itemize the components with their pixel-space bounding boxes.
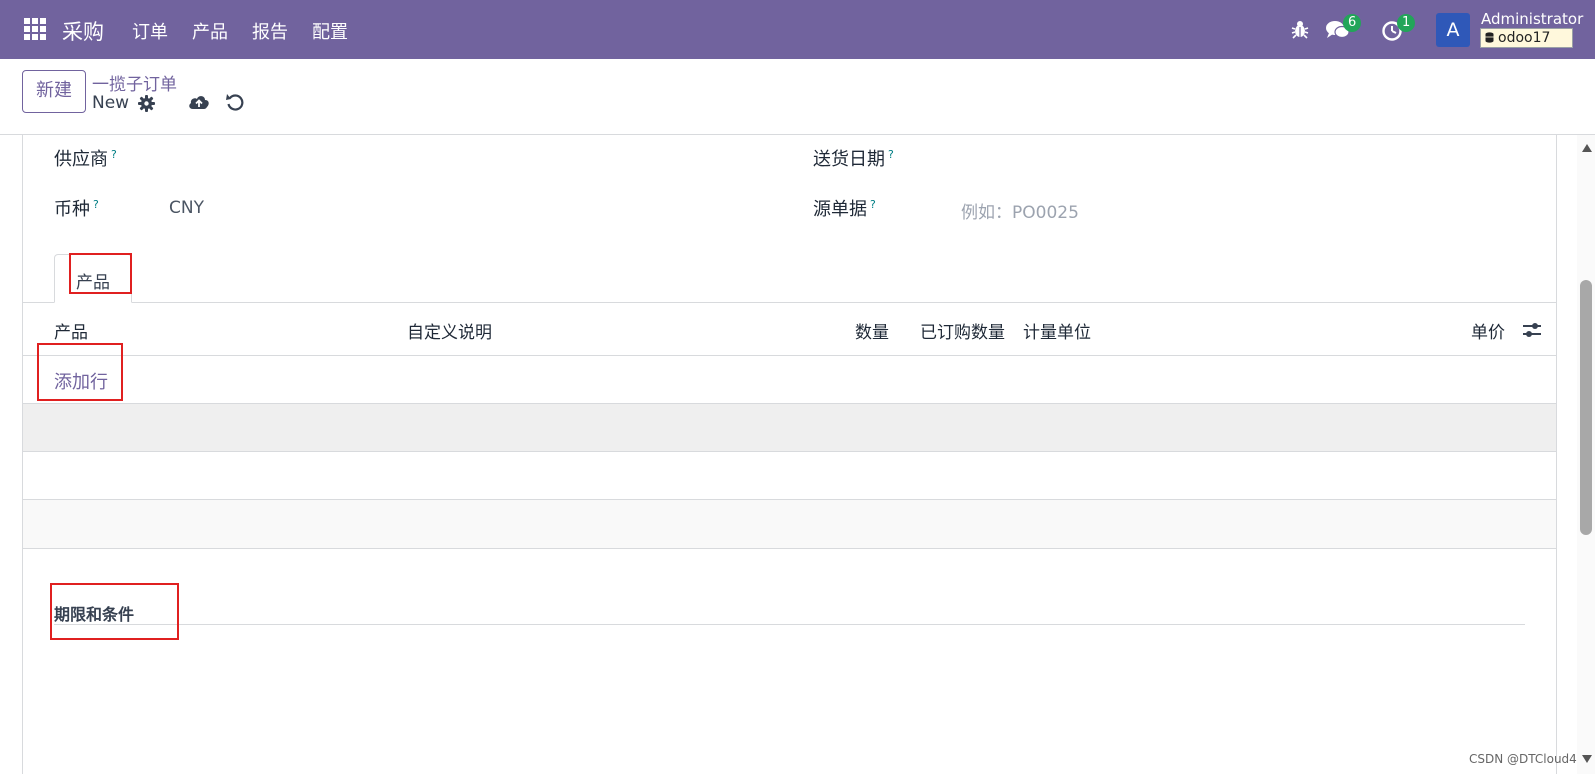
- table-header-divider: [22, 355, 1557, 356]
- debug-bug-icon[interactable]: [1290, 18, 1310, 40]
- apps-menu-icon[interactable]: [24, 18, 46, 40]
- table-row[interactable]: [23, 452, 1556, 500]
- annotation-highlight-tab: [69, 253, 132, 294]
- user-name[interactable]: Administrator: [1481, 10, 1583, 28]
- delivery-date-label: 送货日期?: [813, 148, 894, 170]
- column-header-ordered-qty[interactable]: 已订购数量: [920, 318, 1005, 343]
- table-row[interactable]: [23, 404, 1556, 452]
- annotation-highlight-terms: [50, 583, 179, 640]
- annotation-highlight-add-line: [37, 343, 123, 401]
- scroll-down-arrow-icon[interactable]: [1582, 755, 1592, 763]
- tabs-divider: [22, 302, 1557, 303]
- breadcrumb-current: New: [92, 93, 130, 113]
- vendor-label: 供应商?: [54, 148, 117, 170]
- column-header-uom[interactable]: 计量单位: [1023, 318, 1091, 343]
- database-indicator: odoo17: [1480, 28, 1573, 48]
- activities-count-badge: 1: [1397, 14, 1416, 32]
- help-tooltip-mark[interactable]: ?: [888, 148, 894, 161]
- database-name: odoo17: [1498, 30, 1551, 46]
- column-header-unit-price[interactable]: 单价: [1471, 318, 1505, 343]
- currency-label: 币种?: [54, 198, 99, 220]
- terms-section-divider: [54, 624, 1525, 625]
- database-icon: [1485, 32, 1494, 43]
- row-divider: [22, 548, 1557, 549]
- breadcrumb-parent-link[interactable]: 一揽子订单: [92, 70, 177, 95]
- help-tooltip-mark[interactable]: ?: [111, 148, 117, 161]
- main-menu: 订单 产品 报告 配置: [132, 18, 372, 44]
- gear-icon[interactable]: [138, 95, 155, 112]
- discard-undo-icon[interactable]: [226, 93, 244, 111]
- save-cloud-icon[interactable]: [188, 93, 210, 111]
- menu-item-orders[interactable]: 订单: [132, 18, 168, 44]
- app-title[interactable]: 采购: [62, 16, 104, 46]
- column-header-description[interactable]: 自定义说明: [407, 318, 492, 343]
- source-document-input[interactable]: 例如：PO0025: [961, 198, 1079, 223]
- scrollbar-thumb[interactable]: [1580, 280, 1592, 535]
- menu-item-reporting[interactable]: 报告: [252, 18, 288, 44]
- optional-columns-sliders-icon[interactable]: [1522, 320, 1542, 340]
- source-document-label: 源单据?: [813, 198, 876, 220]
- new-record-button[interactable]: 新建: [22, 70, 86, 113]
- watermark-text: CSDN @DTCloud4: [1469, 752, 1577, 766]
- scroll-up-arrow-icon[interactable]: [1582, 144, 1592, 152]
- column-header-quantity[interactable]: 数量: [855, 318, 889, 343]
- menu-item-products[interactable]: 产品: [192, 18, 228, 44]
- messages-count-badge: 6: [1343, 14, 1362, 32]
- help-tooltip-mark[interactable]: ?: [870, 198, 876, 211]
- help-tooltip-mark[interactable]: ?: [93, 198, 99, 211]
- top-navbar: 采购 订单 产品 报告 配置 6 1 A Administrator odoo1…: [0, 0, 1595, 59]
- currency-field[interactable]: CNY: [169, 198, 204, 218]
- table-row[interactable]: [23, 500, 1556, 548]
- user-avatar[interactable]: A: [1436, 13, 1470, 47]
- menu-item-configuration[interactable]: 配置: [312, 18, 348, 44]
- column-header-product[interactable]: 产品: [54, 318, 88, 343]
